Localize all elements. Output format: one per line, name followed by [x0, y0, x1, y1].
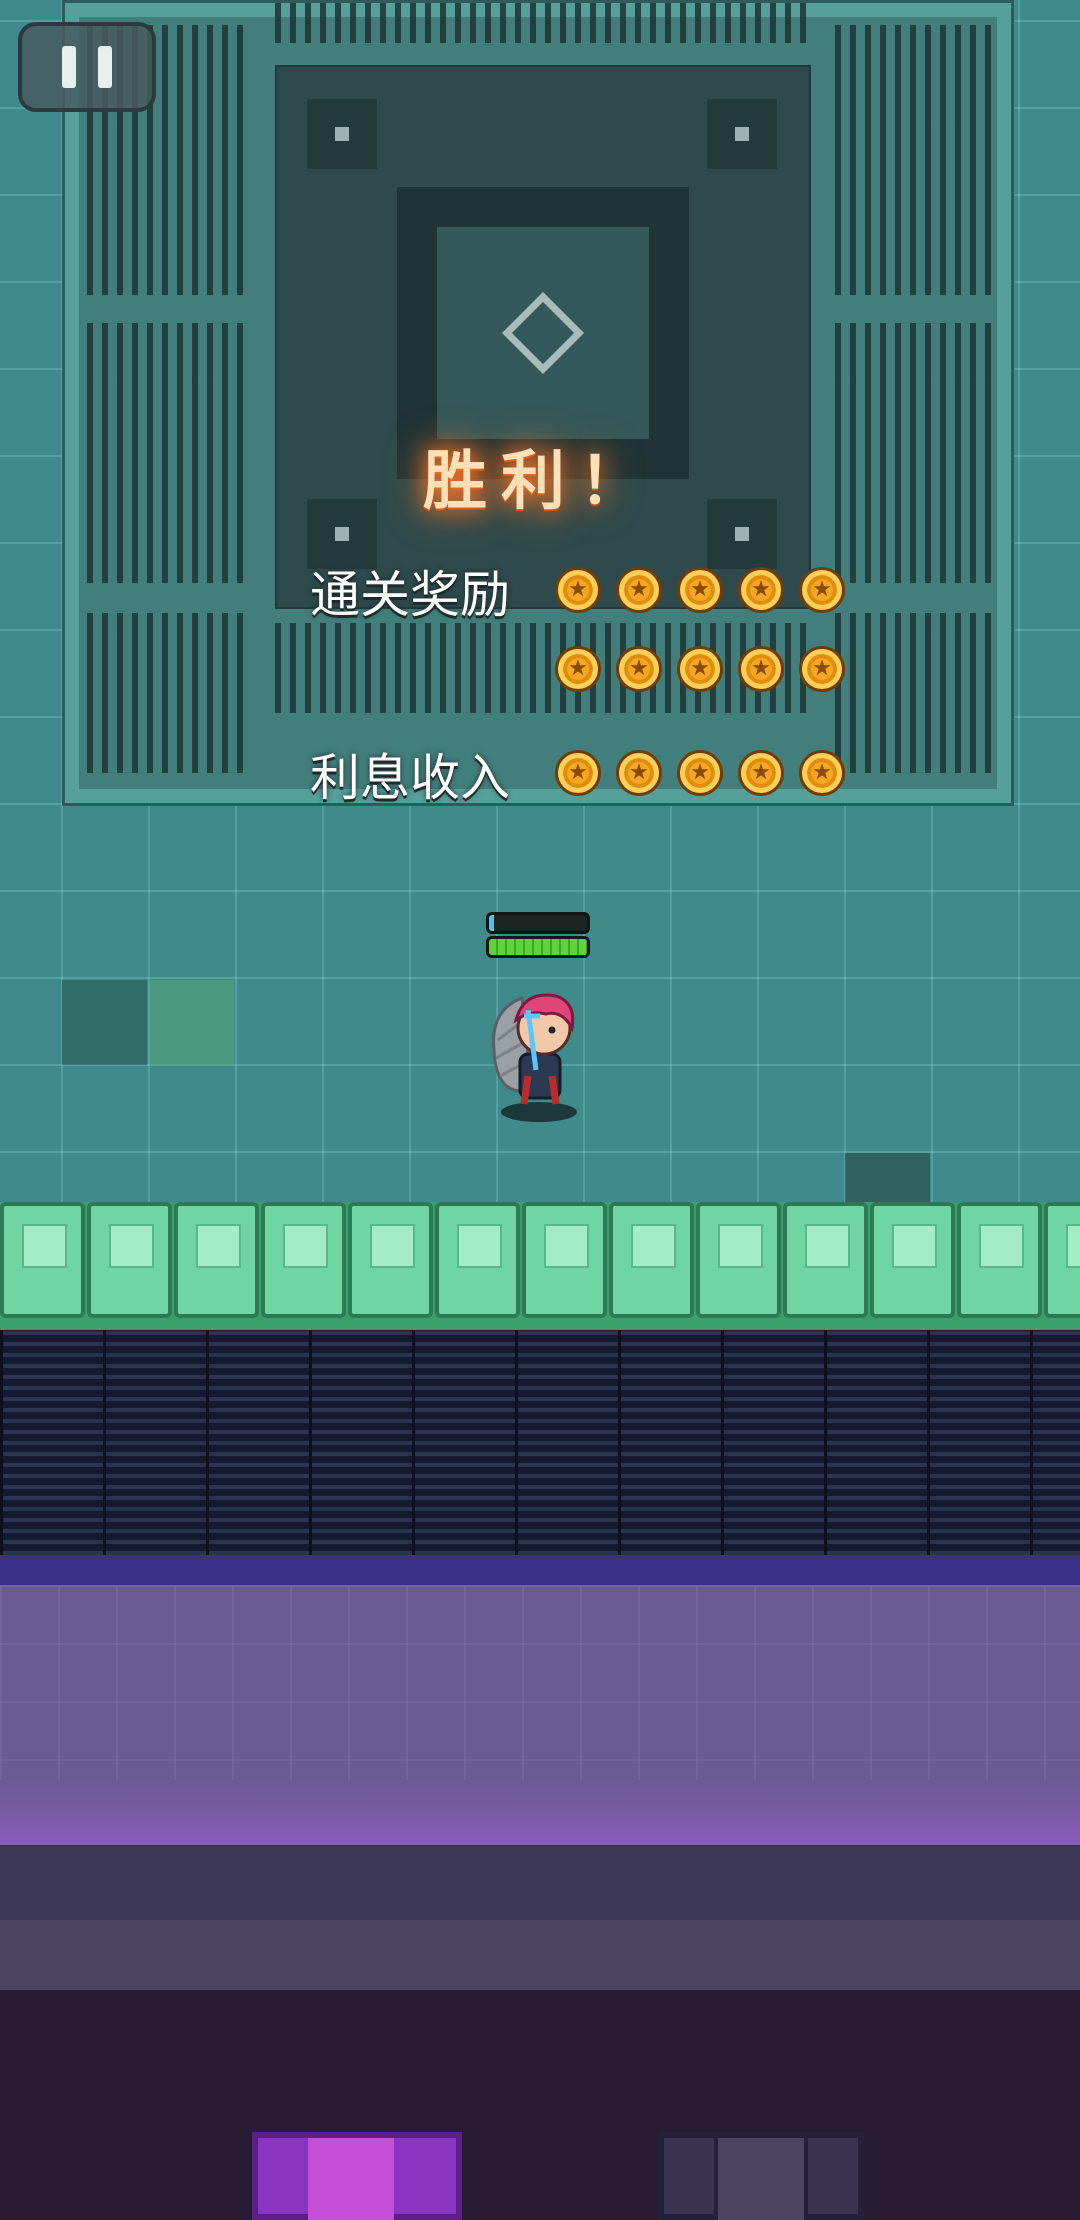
star-coin-icon: ★	[738, 646, 784, 692]
star-coin-icon: ★	[555, 750, 601, 796]
tech-wall-band	[0, 1330, 1080, 1555]
interest-income-coins: ★ ★ ★ ★ ★	[555, 750, 845, 796]
star-coin-icon: ★	[555, 646, 601, 692]
altar-stud	[707, 99, 777, 169]
star-coin-icon: ★	[677, 567, 723, 613]
wall-block	[783, 1202, 868, 1318]
star-coin-icon: ★	[677, 750, 723, 796]
corridor-trim	[0, 1555, 1080, 1585]
altar-platform	[62, 0, 1014, 806]
grey-crate	[658, 2132, 864, 2220]
corridor-glow	[0, 1780, 1080, 1845]
victory-title: 胜利！	[423, 445, 657, 519]
dungeon-room: 胜利！ 通关奖励 ★ ★ ★ ★ ★ ★ ★ ★ ★ ★ 利息收入 ★ ★ ★ …	[0, 0, 1080, 1330]
vent-grill	[835, 613, 995, 773]
floor-tile-shade	[62, 980, 147, 1065]
star-coin-icon: ★	[799, 567, 845, 613]
star-coin-icon: ★	[616, 750, 662, 796]
shield-bar-fill	[489, 915, 494, 931]
vent-grill	[835, 323, 995, 583]
altar-stud	[307, 99, 377, 169]
floor-tile-shade	[149, 980, 234, 1065]
star-coin-icon: ★	[799, 750, 845, 796]
clear-reward-coins-row-2: ★ ★ ★ ★ ★	[555, 646, 845, 692]
vent-grill	[275, 3, 807, 43]
star-coin-icon: ★	[738, 750, 784, 796]
wall-block	[348, 1202, 433, 1318]
wall-block	[870, 1202, 955, 1318]
player-character	[478, 912, 598, 1127]
corridor-stripe	[0, 1920, 1080, 1990]
wall-block	[87, 1202, 172, 1318]
diamond-rune-icon	[501, 291, 585, 375]
wall-block	[696, 1202, 781, 1318]
altar-core-top	[437, 227, 649, 439]
wall-block	[174, 1202, 259, 1318]
wall-block	[1044, 1202, 1080, 1318]
health-bar	[486, 936, 590, 958]
hero-sprite	[492, 993, 577, 1122]
star-coin-icon: ★	[616, 567, 662, 613]
clear-reward-coins-row-1: ★ ★ ★ ★ ★	[555, 567, 845, 613]
lower-room	[0, 1990, 1080, 2220]
star-coin-icon: ★	[616, 646, 662, 692]
wall-block	[957, 1202, 1042, 1318]
purple-crate	[252, 2132, 462, 2220]
wall-block	[522, 1202, 607, 1318]
floor-tile-shade	[845, 1153, 930, 1202]
green-wall	[0, 1202, 1080, 1330]
wall-block	[261, 1202, 346, 1318]
pause-button[interactable]	[18, 22, 156, 112]
vent-grill	[87, 323, 247, 583]
shield-bar	[486, 912, 590, 934]
wall-block	[435, 1202, 520, 1318]
wall-block	[609, 1202, 694, 1318]
interest-income-label: 利息收入	[310, 749, 510, 807]
vent-grill	[835, 25, 995, 295]
star-coin-icon: ★	[799, 646, 845, 692]
vent-grill	[87, 613, 247, 773]
wall-block	[0, 1202, 85, 1318]
star-coin-icon: ★	[677, 646, 723, 692]
star-coin-icon: ★	[555, 567, 601, 613]
corridor-stripe	[0, 1845, 1080, 1920]
clear-reward-label: 通关奖励	[310, 566, 510, 624]
health-bar-fill	[489, 939, 587, 955]
star-coin-icon: ★	[738, 567, 784, 613]
